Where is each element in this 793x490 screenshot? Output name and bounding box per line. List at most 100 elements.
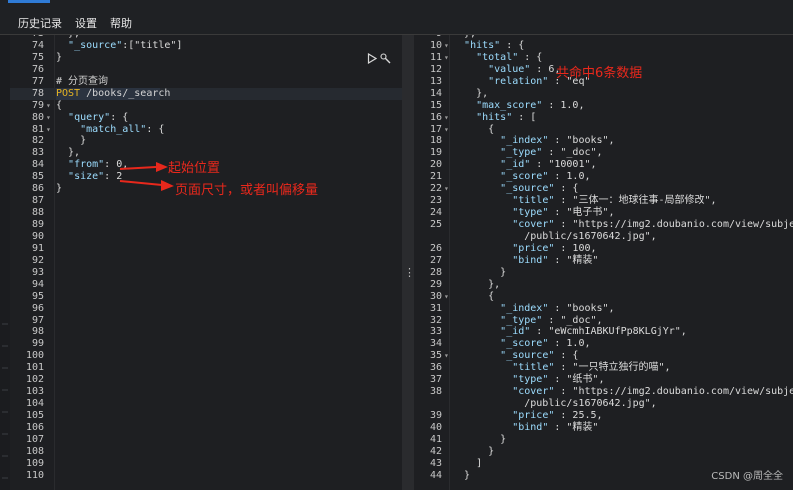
- response-line-text: },: [452, 278, 501, 290]
- response-line: 22 ▾ "_source" : {: [414, 183, 793, 195]
- request-line: 97: [10, 315, 402, 327]
- response-line-text: "max_score" : 1.0,: [476, 99, 585, 111]
- request-line-number: 106: [25, 421, 44, 433]
- menu-history[interactable]: 历史记录: [18, 15, 62, 31]
- response-line: /public/s1670642.jpg",: [414, 231, 793, 243]
- strip-marker: [2, 477, 8, 479]
- response-line: 16 ▾ "hits" : [: [414, 112, 793, 124]
- request-line: 90: [10, 231, 402, 243]
- response-line-text: "type" : "电子书",: [512, 207, 615, 219]
- strip-marker: [2, 411, 8, 413]
- request-line-text: }: [56, 135, 87, 147]
- pane-splitter[interactable]: ⋮: [402, 35, 415, 490]
- response-line: 28 }: [414, 267, 793, 279]
- request-line: 105: [10, 410, 402, 422]
- response-line-number: 29: [429, 278, 442, 290]
- request-line-number: 99: [31, 338, 44, 350]
- request-line-number: 80: [31, 111, 44, 123]
- response-code-lines: 9 },10▾ "hits" : {11▾ "total" : {12 "val…: [414, 35, 793, 482]
- request-line-number: 85: [31, 171, 44, 183]
- response-viewer[interactable]: 9 },10▾ "hits" : {11▾ "total" : {12 "val…: [414, 35, 793, 490]
- request-line: 93: [10, 267, 402, 279]
- request-line-text: "match_all": {: [80, 123, 165, 135]
- request-line-text: POST /books/_search: [56, 87, 171, 99]
- request-line-number: 77: [31, 75, 44, 87]
- response-line: 40 "bind" : "精装": [414, 422, 793, 434]
- response-line: 25 "cover" : "https://img2.doubanio.com/…: [414, 219, 793, 231]
- response-line: 14 },: [414, 88, 793, 100]
- response-line-number: 27: [429, 254, 442, 266]
- strip-marker: [2, 455, 8, 457]
- request-line-number: 98: [31, 326, 44, 338]
- drag-handle-icon[interactable]: ⋮: [404, 267, 415, 279]
- menu-settings[interactable]: 设置: [75, 15, 97, 31]
- watermark: CSDN @周全全: [711, 471, 783, 482]
- request-editor[interactable]: 73 },74 "_source":["title"]75}7677# 分页查询…: [10, 35, 402, 490]
- request-line: 76: [10, 64, 402, 76]
- request-line-number: 90: [31, 230, 44, 242]
- request-line: 77 # 分页查询: [10, 76, 402, 88]
- response-line-number: 16: [429, 111, 442, 123]
- active-tab-indicator: [8, 0, 50, 3]
- request-line-number: 97: [31, 314, 44, 326]
- request-line: 89: [10, 219, 402, 231]
- fold-chevron-icon[interactable]: ▾: [46, 112, 54, 124]
- request-line-number: 101: [25, 362, 44, 374]
- response-line-number: 20: [429, 159, 442, 171]
- response-line-text: "bind" : "精装": [512, 421, 599, 433]
- fold-chevron-icon[interactable]: ▾: [444, 291, 452, 303]
- request-line: 96: [10, 303, 402, 315]
- fold-chevron-icon[interactable]: ▾: [444, 350, 452, 362]
- wrench-icon[interactable]: [380, 53, 391, 64]
- response-line-number: 39: [429, 410, 442, 421]
- response-line-number: 30: [429, 290, 442, 302]
- response-line-text: "_type" : "_doc",: [500, 314, 603, 326]
- request-line: 103: [10, 386, 402, 398]
- response-line-number: 14: [429, 87, 442, 99]
- response-line: 20 "_id" : "10001",: [414, 159, 793, 171]
- fold-chevron-icon[interactable]: ▾: [444, 52, 452, 64]
- response-line-number: 35: [429, 350, 442, 362]
- response-line: 17 ▾ {: [414, 124, 793, 136]
- response-line: 30 ▾ {: [414, 291, 793, 303]
- request-line-text: },: [56, 147, 81, 159]
- response-line-number: 42: [429, 445, 442, 457]
- response-line-number: 25: [429, 219, 442, 230]
- response-line-text: /public/s1670642.jpg",: [452, 230, 657, 242]
- fold-chevron-icon[interactable]: ▾: [444, 112, 452, 124]
- menu-help[interactable]: 帮助: [110, 15, 132, 31]
- response-line-text: ]: [452, 457, 483, 469]
- response-line-number: 38: [429, 386, 442, 398]
- fold-chevron-icon[interactable]: ▾: [444, 124, 452, 136]
- response-line-number: 19: [429, 147, 442, 159]
- request-line: 92: [10, 255, 402, 267]
- activity-strip: [0, 35, 10, 490]
- response-line-text: "type" : "纸书",: [512, 374, 605, 386]
- response-line: 26 "price" : 100,: [414, 243, 793, 255]
- response-line: 39 "price" : 25.5,: [414, 410, 793, 422]
- request-line-number: 102: [25, 374, 44, 386]
- response-line: 23 "title" : "三体一：地球往事-局部修改",: [414, 195, 793, 207]
- response-line-text: "cover" : "https://img2.doubanio.com/vie…: [512, 219, 793, 230]
- response-line-text: "_id" : "10001",: [500, 159, 597, 171]
- request-line: 81 ▾ "match_all": {: [10, 124, 402, 136]
- request-line-number: 95: [31, 290, 44, 302]
- fold-chevron-icon[interactable]: ▾: [46, 124, 54, 136]
- request-line-text: }: [56, 183, 63, 195]
- response-line-text: },: [452, 87, 489, 99]
- response-line-text: "_source" : {: [500, 183, 579, 195]
- request-line: 94: [10, 279, 402, 291]
- response-line-text: "_source" : {: [500, 350, 579, 362]
- request-line-number: 105: [25, 410, 44, 421]
- play-icon[interactable]: [366, 52, 377, 65]
- response-line-number: 10: [429, 39, 442, 51]
- request-line: 75}: [10, 52, 402, 64]
- request-line-number: 86: [31, 183, 44, 195]
- fold-chevron-icon[interactable]: ▾: [444, 183, 452, 195]
- request-line: 107: [10, 434, 402, 446]
- fold-chevron-icon[interactable]: ▾: [46, 100, 54, 112]
- response-line-text: "value" : 6,: [488, 63, 561, 75]
- request-line-number: 74: [31, 39, 44, 51]
- fold-chevron-icon[interactable]: ▾: [444, 40, 452, 52]
- request-line-number: 100: [25, 350, 44, 362]
